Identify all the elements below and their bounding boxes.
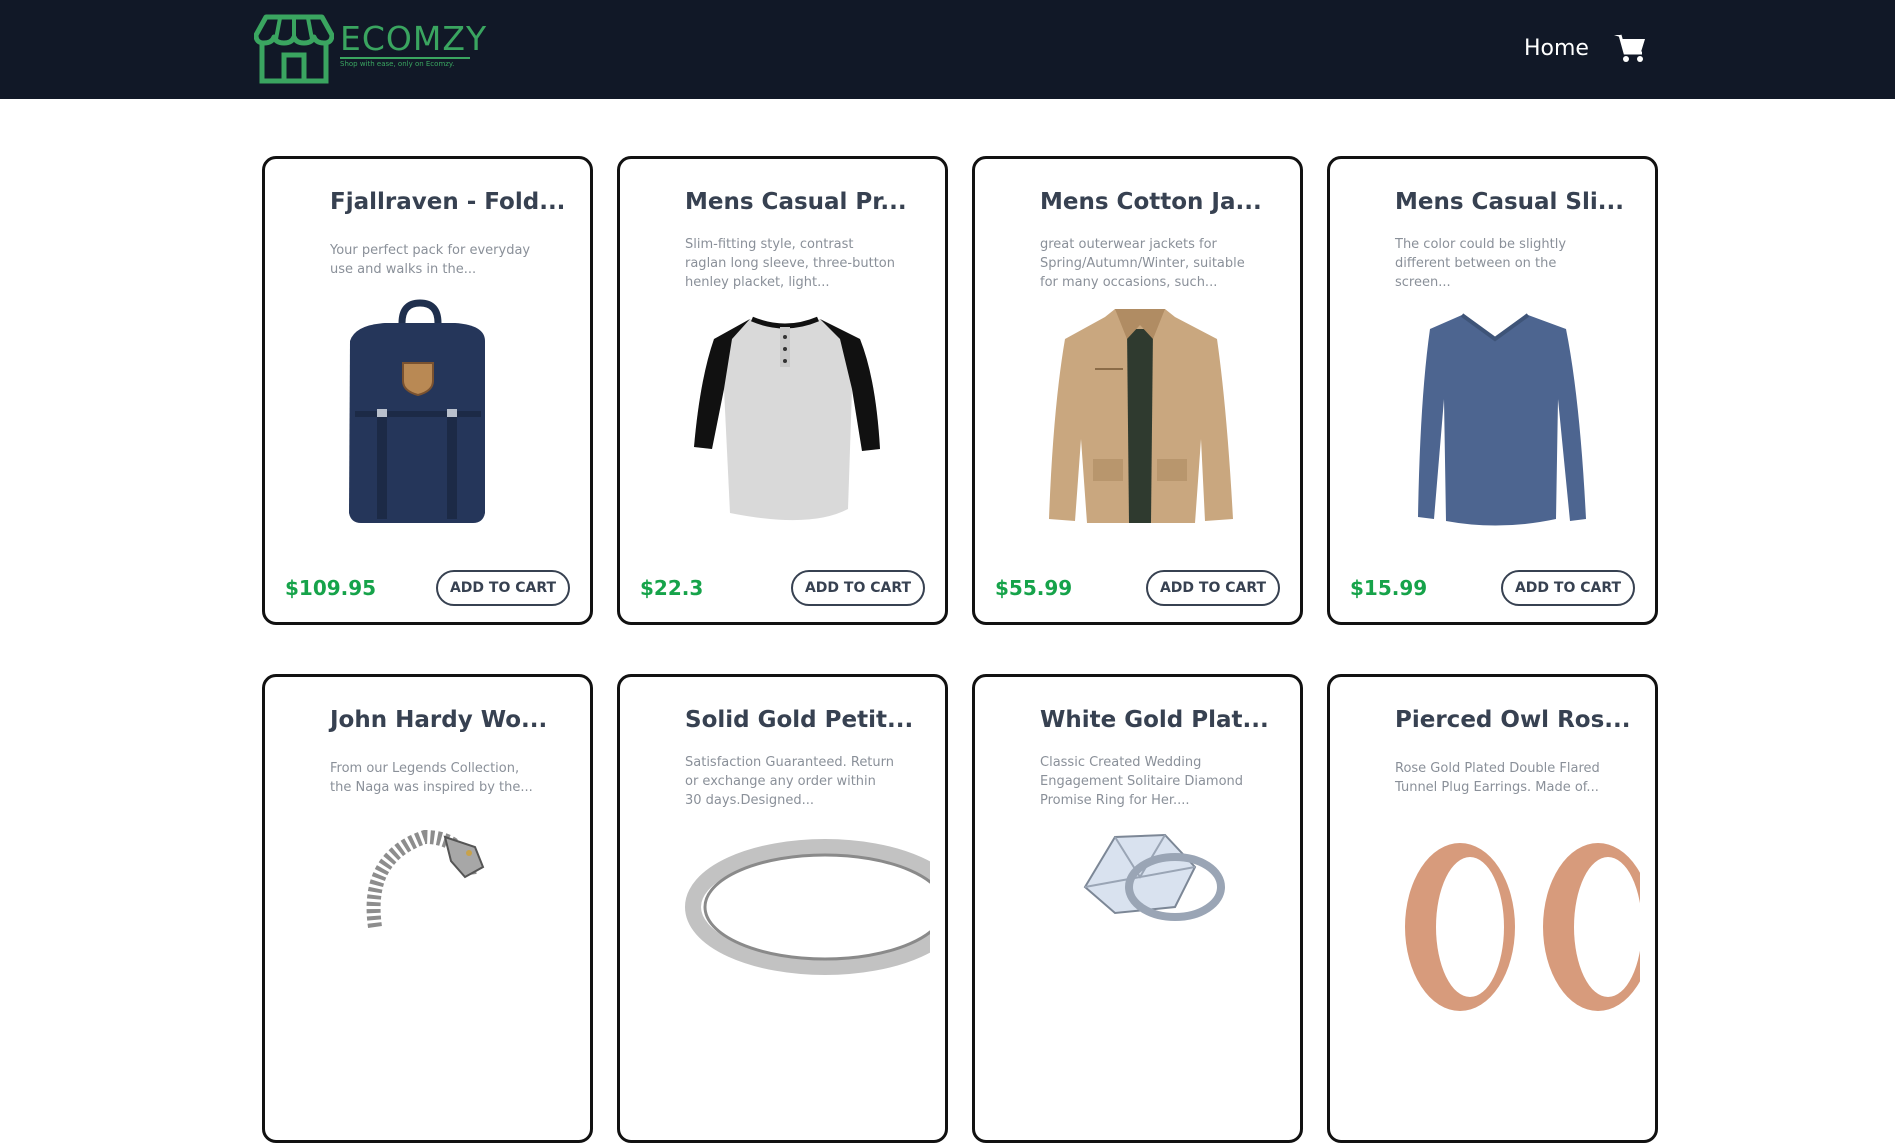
raglan-shirt-image [694,316,880,521]
product-card[interactable]: Mens Casual Sli... The color could be sl… [1327,156,1658,625]
diamond-ring-image [1083,833,1225,921]
product-card[interactable]: Solid Gold Petit... Satisfaction Guarant… [617,674,948,1143]
backpack-image [349,299,485,523]
product-title: Mens Casual Pr... [685,189,907,215]
product-description: great outerwear jackets for Spring/Autum… [1040,237,1245,290]
brand-logo[interactable]: ECOMZY Shop with ease, only on Ecomzy. [254,13,488,85]
long-sleeve-shirt-image [1418,313,1586,526]
shopping-cart-icon[interactable] [1614,33,1646,65]
product-title: Solid Gold Petit... [685,707,914,733]
product-card[interactable]: Mens Casual Pr... Slim-fitting style, co… [617,156,948,625]
product-description: Rose Gold Plated Double Flared Tunnel Pl… [1395,761,1600,795]
product-description: The color could be slightly different be… [1395,237,1567,290]
nav-home-link[interactable]: Home [1524,36,1589,61]
brand-name: ECOMZY [340,19,488,58]
product-description: Classic Created Wedding Engagement Solit… [1040,755,1244,808]
product-title: John Hardy Wo... [330,707,548,733]
add-to-cart-button[interactable]: ADD TO CART [1501,570,1635,606]
product-price: $109.95 [285,576,377,600]
cotton-jacket-image [1049,309,1233,523]
rose-gold-plugs-image [1405,843,1640,1011]
product-card[interactable]: White Gold Plat... Classic Created Weddi… [972,674,1303,1143]
product-price: $22.3 [640,576,704,600]
product-card[interactable]: John Hardy Wo... From our Legends Collec… [262,674,593,1143]
product-description: Satisfaction Guaranteed. Return or excha… [685,755,895,808]
add-to-cart-button[interactable]: ADD TO CART [436,570,570,606]
product-card[interactable]: Pierced Owl Ros... Rose Gold Plated Doub… [1327,674,1658,1143]
product-title: Mens Cotton Ja... [1040,189,1262,215]
add-to-cart-button[interactable]: ADD TO CART [1146,570,1280,606]
product-price: $15.99 [1350,576,1428,600]
product-title: Mens Casual Sli... [1395,189,1624,215]
dragon-bracelet-image [366,829,485,928]
product-price: $55.99 [995,576,1073,600]
product-title: Pierced Owl Ros... [1395,707,1631,733]
brand-underline [340,57,470,59]
product-description: Slim-fitting style, contrast raglan long… [685,237,895,290]
product-card[interactable]: Mens Cotton Ja... great outerwear jacket… [972,156,1303,625]
product-card[interactable]: Fjallraven - Fold... Your perfect pack f… [262,156,593,625]
product-title: Fjallraven - Fold... [330,189,566,215]
storefront-icon [254,14,334,84]
navbar: ECOMZY Shop with ease, only on Ecomzy. H… [0,0,1895,99]
add-to-cart-button[interactable]: ADD TO CART [791,570,925,606]
product-description: From our Legends Collection, the Naga wa… [330,761,533,795]
product-description: Your perfect pack for everyday use and w… [330,243,531,277]
brand-tagline: Shop with ease, only on Ecomzy. [340,60,455,68]
product-title: White Gold Plat... [1040,707,1269,733]
gold-ring-image [685,839,930,975]
